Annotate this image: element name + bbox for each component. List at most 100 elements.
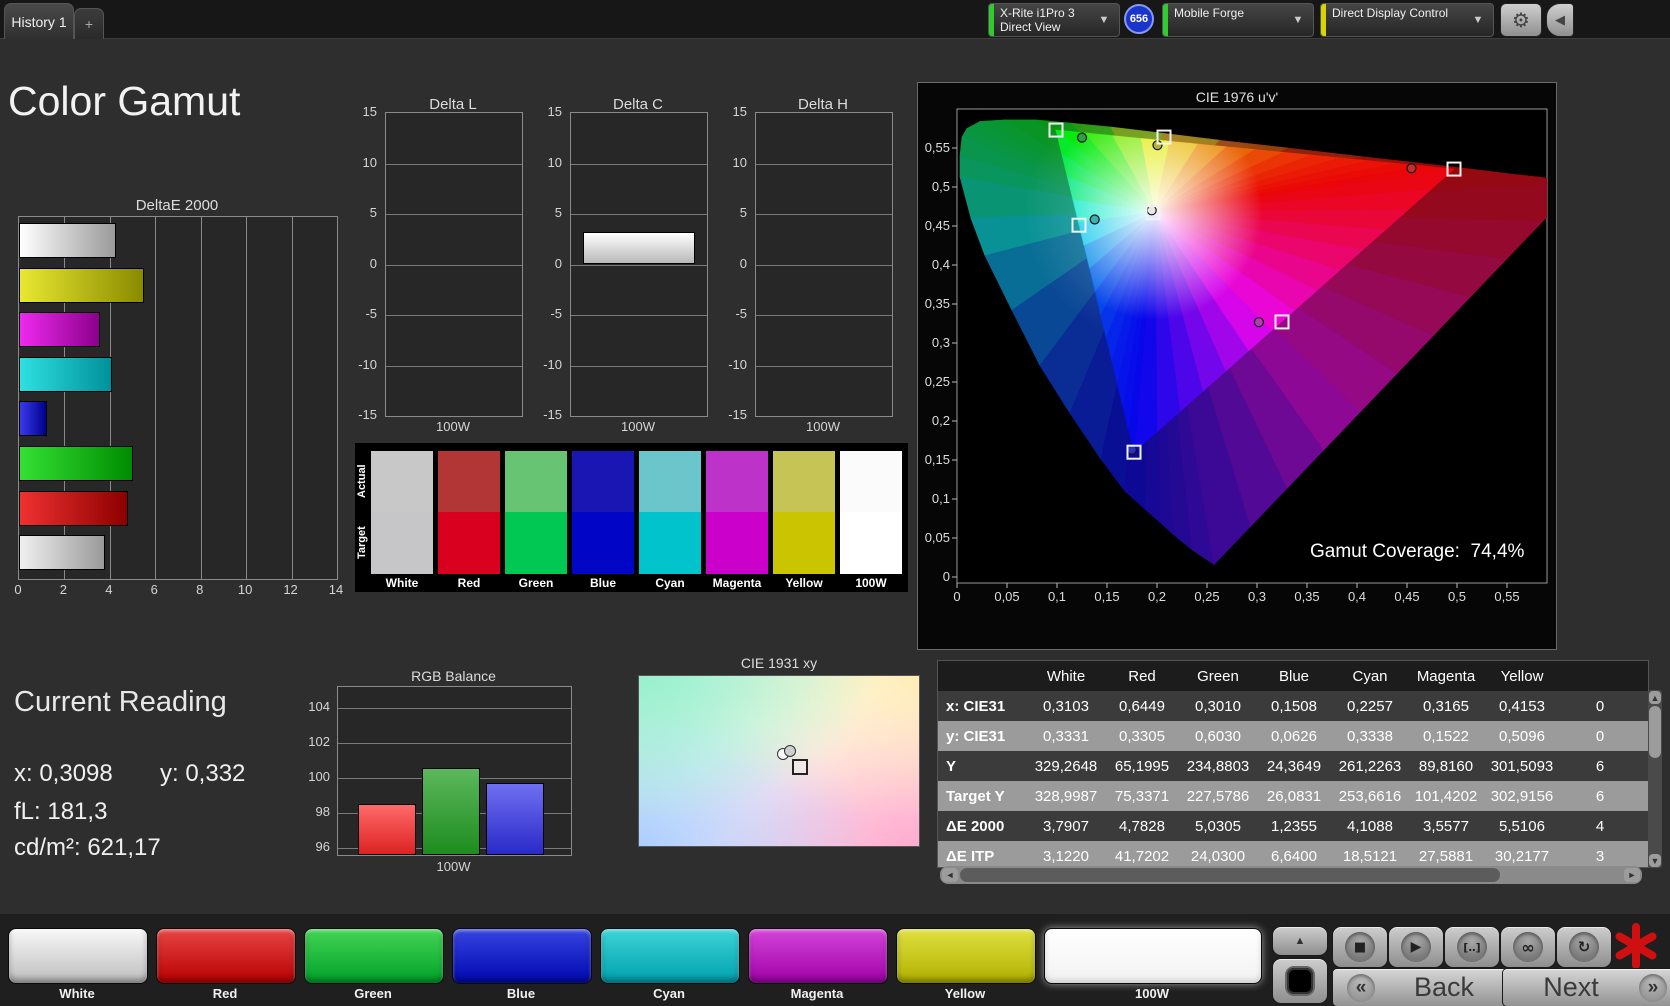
svg-text:0,45: 0,45 <box>925 218 950 233</box>
rgb-bar-red <box>358 804 416 855</box>
tab-history-1[interactable]: History 1 <box>4 3 74 39</box>
settings-button[interactable]: ⚙ <box>1500 3 1542 37</box>
svg-text:0,1: 0,1 <box>1048 589 1066 604</box>
meter-count-badge[interactable]: 656 <box>1124 4 1154 34</box>
delta-c-title: Delta C <box>570 96 706 113</box>
delta-h-y-axis: 151050-5-10-15 <box>721 112 751 415</box>
swatch-actual-white <box>371 451 433 512</box>
table-vertical-scrollbar[interactable]: ▲ ▼ <box>1648 690 1662 868</box>
single-measure-button[interactable]: [‥] <box>1444 926 1500 968</box>
svg-text:0,35: 0,35 <box>1294 589 1319 604</box>
pattern-label: Red <box>156 986 294 1002</box>
delta-c-x-label: 100W <box>570 419 706 434</box>
meter-dropdown[interactable]: X-Rite i1Pro 3 Direct View ▼ <box>988 3 1120 37</box>
svg-text:0,4: 0,4 <box>932 257 950 272</box>
scroll-down-icon[interactable]: ▼ <box>1649 854 1661 867</box>
axis-tick-label: 6 <box>142 582 166 597</box>
gridline <box>155 217 156 579</box>
gridline <box>756 164 892 165</box>
pattern-button-green[interactable] <box>304 928 444 984</box>
display-control-dropdown[interactable]: Direct Display Control ▼ <box>1320 3 1494 37</box>
svg-text:0,25: 0,25 <box>925 374 950 389</box>
gridline <box>201 217 202 579</box>
axis-tick-label: 10 <box>719 155 747 170</box>
meter-dropdown-label: X-Rite i1Pro 3 Direct View <box>994 4 1089 36</box>
column-header-yellow: Yellow <box>1484 668 1560 685</box>
pattern-window-up-button[interactable]: ▲ <box>1272 926 1328 956</box>
table-cell: 0,3103 <box>1028 698 1104 715</box>
table-cell: 0 <box>1560 698 1640 715</box>
display-control-label: Direct Display Control <box>1326 4 1463 22</box>
axis-tick-label: 102 <box>300 734 330 749</box>
table-cell: 0,1522 <box>1408 728 1484 745</box>
gridline <box>571 315 707 316</box>
source-dropdown[interactable]: Mobile Forge ▼ <box>1162 3 1314 37</box>
gear-icon: ⚙ <box>1512 8 1530 32</box>
swatch-target-cyan <box>639 512 701 574</box>
swatch-actual-magenta <box>706 451 768 512</box>
swatch-actual-cyan <box>639 451 701 512</box>
cie1931-title: CIE 1931 xy <box>638 655 920 671</box>
remeasure-button[interactable]: ↻ <box>1556 926 1612 968</box>
continuous-measure-button[interactable]: ∞ <box>1500 926 1556 968</box>
table-row: ΔE ITP3,122041,720224,03006,640018,51212… <box>938 841 1648 868</box>
collapse-panel-button[interactable]: ◀ <box>1546 3 1574 37</box>
table-row: y: CIE310,33310,33050,60300,06260,33380,… <box>938 721 1648 751</box>
axis-tick-label: 8 <box>188 582 212 597</box>
table-cell: 41,7202 <box>1104 848 1180 865</box>
scrollbar-thumb[interactable] <box>1649 706 1661 758</box>
row-label: Target Y <box>938 788 1028 805</box>
axis-tick-label: 12 <box>279 582 303 597</box>
row-label: Y <box>938 758 1028 775</box>
pattern-button-magenta[interactable] <box>748 928 888 984</box>
table-cell: 234,8803 <box>1180 758 1256 775</box>
back-button-label: Back <box>1375 972 1513 1003</box>
pattern-button-100w[interactable] <box>1044 928 1262 984</box>
swatch-label: Cyan <box>639 576 701 590</box>
row-label: ΔE ITP <box>938 848 1028 865</box>
table-cell: 328,9987 <box>1028 788 1104 805</box>
delta-l-y-axis: 151050-5-10-15 <box>351 112 381 415</box>
table-cell: 3,7907 <box>1028 818 1104 835</box>
swatch-label: Yellow <box>773 576 835 590</box>
new-tab-button[interactable]: + <box>74 8 104 39</box>
pattern-button-white[interactable] <box>8 928 148 984</box>
pattern-button-red[interactable] <box>156 928 296 984</box>
scrollbar-thumb[interactable] <box>960 868 1500 882</box>
svg-text:0,15: 0,15 <box>925 452 950 467</box>
pattern-button-yellow[interactable] <box>896 928 1036 984</box>
next-button[interactable]: Next » <box>1502 968 1670 1006</box>
scroll-up-icon[interactable]: ▲ <box>1649 691 1661 704</box>
svg-text:0,15: 0,15 <box>1094 589 1119 604</box>
actual-point-magenta <box>1254 318 1263 327</box>
source-dropdown-label: Mobile Forge <box>1168 4 1283 22</box>
swatch-actual-blue <box>572 451 634 512</box>
svg-text:0,55: 0,55 <box>925 140 950 155</box>
swatch-target-green <box>505 512 567 574</box>
deltae-bar-red <box>19 491 128 526</box>
pattern-label: Green <box>304 986 442 1002</box>
pattern-window-size-button[interactable] <box>1272 958 1328 1004</box>
actual-point-red <box>1407 164 1416 173</box>
scroll-right-icon[interactable]: ► <box>1624 868 1640 882</box>
deltae-bar-cyan <box>19 357 112 392</box>
scroll-left-icon[interactable]: ◄ <box>942 868 958 882</box>
row-label: y: CIE31 <box>938 728 1028 745</box>
table-horizontal-scrollbar[interactable]: ◄ ► <box>940 866 1642 884</box>
play-button[interactable]: ▶ <box>1388 926 1444 968</box>
stop-icon: ■ <box>1345 932 1375 962</box>
column-header-green: Green <box>1180 668 1256 685</box>
swatch-label: Red <box>438 576 500 590</box>
axis-tick-label: 0 <box>719 256 747 271</box>
stop-button[interactable]: ■ <box>1332 926 1388 968</box>
target-point <box>792 759 808 775</box>
axis-tick-label: -15 <box>719 407 747 422</box>
swatch-target-blue <box>572 512 634 574</box>
rgb-bar-blue <box>486 783 544 855</box>
deltae2000-chart-title: DeltaE 2000 <box>18 197 336 214</box>
pattern-button-cyan[interactable] <box>600 928 740 984</box>
pattern-button-blue[interactable] <box>452 928 592 984</box>
table-cell: 0,3010 <box>1180 698 1256 715</box>
continuous-measure-icon: ∞ <box>1513 932 1543 962</box>
back-button[interactable]: « Back <box>1332 968 1514 1006</box>
